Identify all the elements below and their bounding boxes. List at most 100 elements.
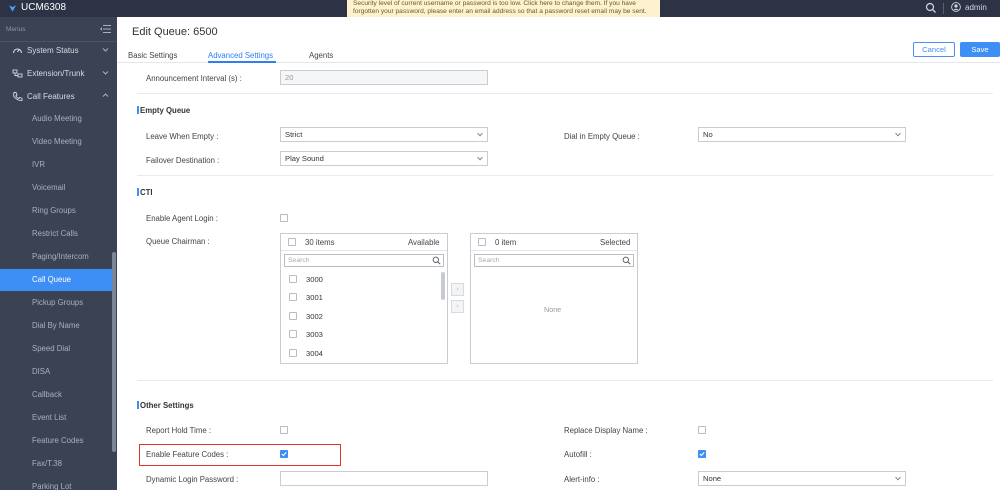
sidebar-item-parking-lot[interactable]: Parking Lot xyxy=(0,476,112,490)
autofill-label: Autofill : xyxy=(564,450,592,459)
tab-agents[interactable]: Agents xyxy=(309,51,333,60)
chevron-down-icon xyxy=(895,476,901,481)
security-alert-banner[interactable]: Security level of current username or pa… xyxy=(347,0,660,17)
sidebar-item-callback[interactable]: Callback xyxy=(0,384,112,406)
sidebar-item-audio-meeting[interactable]: Audio Meeting xyxy=(0,108,112,130)
search-icon xyxy=(622,256,631,265)
edit-queue-panel: Edit Queue: 6500 Basic Settings Advanced… xyxy=(117,17,1000,490)
section-marker xyxy=(137,106,139,114)
leave-when-empty-select[interactable]: Strict xyxy=(280,127,488,142)
list-item[interactable]: 3000 xyxy=(306,275,323,284)
section-marker xyxy=(137,401,139,409)
item-checkbox[interactable] xyxy=(289,293,297,301)
failover-destination-value: Play Sound xyxy=(285,154,324,163)
report-hold-time-label: Report Hold Time : xyxy=(146,426,211,435)
sidebar-item-event-list[interactable]: Event List xyxy=(0,407,112,429)
section-marker xyxy=(137,188,139,196)
selected-count: 0 item xyxy=(495,238,517,247)
check-icon xyxy=(699,452,705,457)
enable-agent-login-checkbox[interactable] xyxy=(280,214,288,222)
item-checkbox[interactable] xyxy=(289,275,297,283)
replace-display-name-checkbox[interactable] xyxy=(698,426,706,434)
sidebar-item-video-meeting[interactable]: Video Meeting xyxy=(0,131,112,153)
sidebar-group-system-status[interactable]: System Status xyxy=(0,39,117,61)
list-item[interactable]: 3002 xyxy=(306,312,323,321)
failover-destination-select[interactable]: Play Sound xyxy=(280,151,488,166)
grandstream-logo-icon xyxy=(8,4,17,12)
sidebar-item-pickup-groups[interactable]: Pickup Groups xyxy=(0,292,112,314)
chevron-down-icon xyxy=(477,132,483,137)
sidebar-scrollbar[interactable] xyxy=(112,252,116,452)
sidebar-item-paging-intercom[interactable]: Paging/Intercom xyxy=(0,246,112,268)
dynamic-login-password-input[interactable] xyxy=(280,471,488,486)
dial-in-empty-queue-label: Dial in Empty Queue : xyxy=(564,132,640,141)
user-menu[interactable]: admin xyxy=(951,2,987,12)
dial-in-empty-queue-value: No xyxy=(703,130,713,139)
available-search-input[interactable]: Search xyxy=(284,254,444,267)
replace-display-name-label: Replace Display Name : xyxy=(564,426,648,435)
page-title: Edit Queue: 6500 xyxy=(132,26,218,38)
active-tab-indicator xyxy=(208,61,276,63)
enable-feature-codes-checkbox[interactable] xyxy=(280,450,288,458)
cancel-button[interactable]: Cancel xyxy=(913,42,955,57)
alert-info-value: None xyxy=(703,474,722,483)
available-list-scrollbar[interactable] xyxy=(441,272,445,300)
sidebar-item-call-queue[interactable]: Call Queue xyxy=(0,269,112,291)
available-list-panel: 30 items Available Search 3000 3001 3002… xyxy=(280,233,448,364)
sidebar-item-fax-t38[interactable]: Fax/T.38 xyxy=(0,453,112,475)
sidebar-item-voicemail[interactable]: Voicemail xyxy=(0,177,112,199)
available-count: 30 items xyxy=(305,238,335,247)
collapse-menu-icon[interactable] xyxy=(100,24,112,34)
selected-list-header: 0 item Selected xyxy=(471,234,637,251)
list-item[interactable]: 3004 xyxy=(306,349,323,358)
sidebar-item-ivr[interactable]: IVR xyxy=(0,154,112,176)
available-list-header: 30 items Available xyxy=(281,234,447,251)
list-item[interactable]: 3001 xyxy=(306,293,323,302)
save-button[interactable]: Save xyxy=(960,42,1000,57)
selected-title: Selected xyxy=(600,238,631,247)
enable-feature-codes-label: Enable Feature Codes : xyxy=(146,450,229,459)
empty-queue-section-title: Empty Queue xyxy=(140,106,191,115)
selected-select-all-checkbox[interactable] xyxy=(478,238,486,246)
queue-chairman-label: Queue Chairman : xyxy=(146,237,210,246)
selected-search-placeholder: Search xyxy=(478,257,500,264)
sidebar-item-speed-dial[interactable]: Speed Dial xyxy=(0,338,112,360)
alert-info-label: Alert-info : xyxy=(564,475,600,484)
selected-search-input[interactable]: Search xyxy=(474,254,634,267)
alert-info-select[interactable]: None xyxy=(698,471,906,486)
sidebar-group-label: Extension/Trunk xyxy=(27,68,85,78)
tab-basic-settings[interactable]: Basic Settings xyxy=(128,51,177,60)
sidebar-group-call-features[interactable]: Call Features xyxy=(0,85,117,107)
sidebar-group-label: System Status xyxy=(27,45,79,55)
gauge-icon xyxy=(12,47,23,53)
sidebar-item-ring-groups[interactable]: Ring Groups xyxy=(0,200,112,222)
sidebar-item-restrict-calls[interactable]: Restrict Calls xyxy=(0,223,112,245)
item-checkbox[interactable] xyxy=(289,330,297,338)
sidebar-item-feature-codes[interactable]: Feature Codes xyxy=(0,430,112,452)
chevron-down-icon xyxy=(477,156,483,161)
move-left-button[interactable]: ‹ xyxy=(451,300,464,313)
tab-advanced-settings[interactable]: Advanced Settings xyxy=(208,51,273,60)
available-select-all-checkbox[interactable] xyxy=(288,238,296,246)
announcement-interval-field: 20 xyxy=(280,70,488,85)
available-search-placeholder: Search xyxy=(288,257,310,264)
other-settings-section-title: Other Settings xyxy=(140,401,194,410)
selected-list-panel: 0 item Selected Search None xyxy=(470,233,638,364)
sidebar-item-disa[interactable]: DISA xyxy=(0,361,112,383)
item-checkbox[interactable] xyxy=(289,349,297,357)
chevron-down-icon xyxy=(895,132,901,137)
item-checkbox[interactable] xyxy=(289,312,297,320)
sidebar-item-dial-by-name[interactable]: Dial By Name xyxy=(0,315,112,337)
move-right-button[interactable]: › xyxy=(451,283,464,296)
topbar-divider xyxy=(943,3,944,14)
list-item[interactable]: 3003 xyxy=(306,330,323,339)
search-icon[interactable] xyxy=(925,2,937,14)
sidebar-group-extension-trunk[interactable]: Extension/Trunk xyxy=(0,62,117,84)
app-logo[interactable]: UCM6308 xyxy=(8,2,66,13)
report-hold-time-checkbox[interactable] xyxy=(280,426,288,434)
autofill-checkbox[interactable] xyxy=(698,450,706,458)
search-icon xyxy=(432,256,441,265)
dial-in-empty-queue-select[interactable]: No xyxy=(698,127,906,142)
phone-icon xyxy=(13,91,23,101)
top-bar: UCM6308 Security level of current userna… xyxy=(0,0,1000,17)
